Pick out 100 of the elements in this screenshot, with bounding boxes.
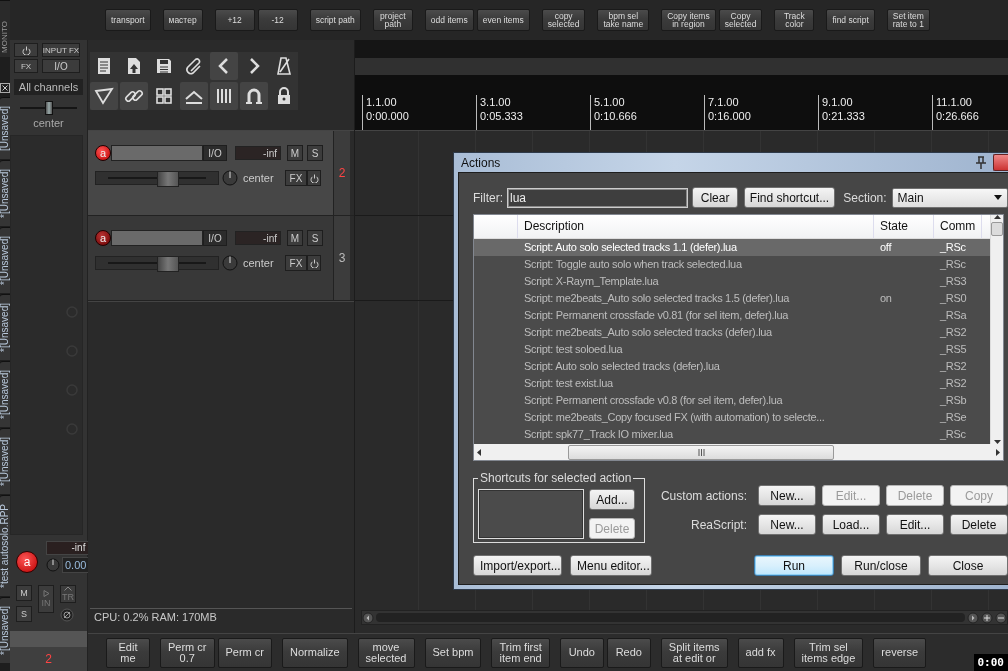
io-button[interactable]: I/O <box>42 59 80 73</box>
record-arm-button[interactable]: a <box>95 230 111 246</box>
io-button[interactable]: I/O <box>203 145 227 161</box>
footer-button[interactable]: Menu editor... <box>570 555 652 576</box>
state-cell-text: on <box>879 291 893 306</box>
peak-readout: -inf <box>235 146 281 160</box>
action-row[interactable]: Script: Permanent crossfade v0.81 (for sel item, defer).lua _RSa <box>474 307 990 324</box>
action-row[interactable]: Script: me2beats_Auto solo selected tracks 1.5 (defer).lua on _RS0 <box>474 290 990 307</box>
solo-button[interactable]: S <box>16 605 32 622</box>
action-button[interactable]: New... <box>758 485 816 506</box>
toolbar-button[interactable]: Normalize <box>282 637 348 668</box>
toolbar-button[interactable]: Track color <box>774 9 815 31</box>
mute-button[interactable]: M <box>287 145 303 161</box>
action-row[interactable]: Script: Auto solo selected tracks (defer).lua _RS2 <box>474 358 990 375</box>
time-label: 0:10.666 <box>594 109 638 123</box>
group-title: Shortcuts for selected action <box>479 471 633 485</box>
timeline-ruler[interactable]: 1.1.00 0:00.000 3.1.00 0:05.333 5.1.00 0:10.666 7.1.00 0:16.000 9.1.00 0:21.333 11.1.00 0:26.666 <box>355 75 1008 131</box>
mute-button[interactable]: M <box>287 230 303 246</box>
solo-button[interactable]: S <box>307 145 323 161</box>
fx-button[interactable]: FX <box>285 255 307 271</box>
toolbar-button[interactable]: Set bpm <box>424 637 482 668</box>
command-cell-text: _RSc <box>939 427 967 442</box>
action-row[interactable]: Script: spk77_Track IO mixer.lua _RSc <box>474 426 990 443</box>
toolbar-button[interactable]: reverse <box>873 637 927 668</box>
toolbar-button[interactable]: Edit me <box>106 637 150 668</box>
action-row[interactable]: Script: Permanent crossfade v0.8 (for sel item, defer).lua _RSb <box>474 392 990 409</box>
pan-label: center <box>243 172 275 184</box>
peak-readout: -inf <box>46 541 90 555</box>
toolbar-button[interactable]: Copy selected <box>718 9 763 31</box>
input-fx-button[interactable]: INPUT FX <box>42 43 80 57</box>
toolbar-button[interactable]: script path <box>309 9 361 31</box>
toolbar-button[interactable]: transport <box>105 9 151 31</box>
toolbar-button[interactable]: Split items at edit or <box>660 637 728 668</box>
action-button[interactable]: Delete <box>950 514 1008 535</box>
action-row[interactable]: Script: me2beats_Auto solo selected tracks (defer).lua _RS2 <box>474 324 990 341</box>
footer-button[interactable]: Import/export... <box>473 555 563 576</box>
toolbar-button[interactable]: +12 <box>214 9 255 31</box>
toolbar-button[interactable]: move selected <box>357 637 415 668</box>
footer-button[interactable]: Close <box>928 555 1008 576</box>
row-label: Custom actions: <box>659 488 748 503</box>
action-row[interactable]: Script: Auto solo selected tracks 1.1 (defer).lua off _RSc <box>474 239 990 256</box>
command-cell-text: _RS2 <box>939 325 968 340</box>
find-shortcut-button[interactable]: Find shortcut... <box>743 187 836 208</box>
action-button[interactable]: Load... <box>822 514 880 535</box>
record-arm-button[interactable]: a <box>95 145 111 161</box>
action-button[interactable]: Edit... <box>886 514 944 535</box>
toolbar-button[interactable]: Trim sel items edge <box>793 637 864 668</box>
toolbar-button[interactable]: Set item rate to 1 <box>886 9 930 31</box>
toolbar-button[interactable]: project path <box>372 9 413 31</box>
toolbar-button[interactable]: even items <box>476 9 530 31</box>
toolbar-button[interactable]: Undo <box>559 637 604 668</box>
action-row[interactable]: Script: test exist.lua _RS2 <box>474 375 990 392</box>
time-label: 0:21.333 <box>822 109 866 123</box>
toolbar-button[interactable]: мастер <box>162 9 203 31</box>
toolbar-button[interactable]: Trim first item end <box>491 637 550 668</box>
description-cell-text: Script: Permanent crossfade v0.8 (for sel item, defer).lua <box>523 393 784 408</box>
description-cell-text: Script: Permanent crossfade v0.81 (for sel item, defer).lua <box>523 308 790 323</box>
time-label: 0:05.333 <box>480 109 524 123</box>
toolbar-button[interactable]: add fx <box>737 637 784 668</box>
action-button[interactable]: New... <box>758 514 816 535</box>
bar-label: 1.1.00 <box>366 95 398 109</box>
action-row[interactable]: Script: Toggle auto solo when track selected.lua _RSc <box>474 256 990 273</box>
clear-button[interactable]: Clear <box>692 187 738 208</box>
shortcut-button[interactable]: Add... <box>589 489 635 510</box>
mute-button[interactable]: M <box>16 584 32 601</box>
action-row[interactable]: Script: test soloed.lua _RS5 <box>474 341 990 358</box>
action-row[interactable]: Script: X-Raym_Template.lua _RS3 <box>474 273 990 290</box>
toolbar-button[interactable]: Perm cr <box>217 637 272 668</box>
command-cell-text: _RS3 <box>939 274 968 289</box>
toolbar-button[interactable]: odd items <box>424 9 474 31</box>
toolbar-button[interactable]: Perm cr 0.7 <box>160 637 215 668</box>
column-header[interactable]: Comm <box>934 215 982 238</box>
section-dropdown[interactable]: Main <box>891 187 1008 208</box>
filter-field[interactable]: lua <box>507 187 689 208</box>
command-cell-text: _RS2 <box>939 376 968 391</box>
io-button[interactable]: I/O <box>203 230 227 246</box>
state-cell-text: off <box>879 240 893 255</box>
track-number: 3 <box>333 216 350 300</box>
channels-field[interactable]: All channels <box>14 79 83 95</box>
action-row[interactable]: Script: me2beats_Copy focused FX (with automation) to selecte... _RSe <box>474 409 990 426</box>
fx-button[interactable]: FX <box>14 59 38 73</box>
footer-button[interactable]: Run <box>754 555 834 576</box>
command-cell-text: _RS2 <box>939 359 968 374</box>
window-title: Actions <box>461 155 501 170</box>
command-cell-text: _RSb <box>939 393 968 408</box>
row-label: ReaScript: <box>689 517 748 532</box>
toolbar-button[interactable]: copy selected <box>541 9 586 31</box>
peak-readout: -inf <box>235 231 281 245</box>
toolbar-button[interactable]: -12 <box>257 9 298 31</box>
toolbar-button[interactable]: Redo <box>606 637 651 668</box>
fx-button[interactable]: FX <box>285 170 307 186</box>
command-cell-text: _RSc <box>939 240 967 255</box>
toolbar-button[interactable]: Copy items in region <box>661 9 716 31</box>
toolbar-button[interactable]: find script <box>826 9 875 31</box>
column-header[interactable]: State <box>874 215 934 238</box>
solo-button[interactable]: S <box>307 230 323 246</box>
column-header[interactable]: Description <box>518 215 874 238</box>
toolbar-button[interactable]: bpm sel take name <box>597 9 650 31</box>
footer-button[interactable]: Run/close <box>841 555 921 576</box>
record-arm-button[interactable]: a <box>16 551 38 573</box>
